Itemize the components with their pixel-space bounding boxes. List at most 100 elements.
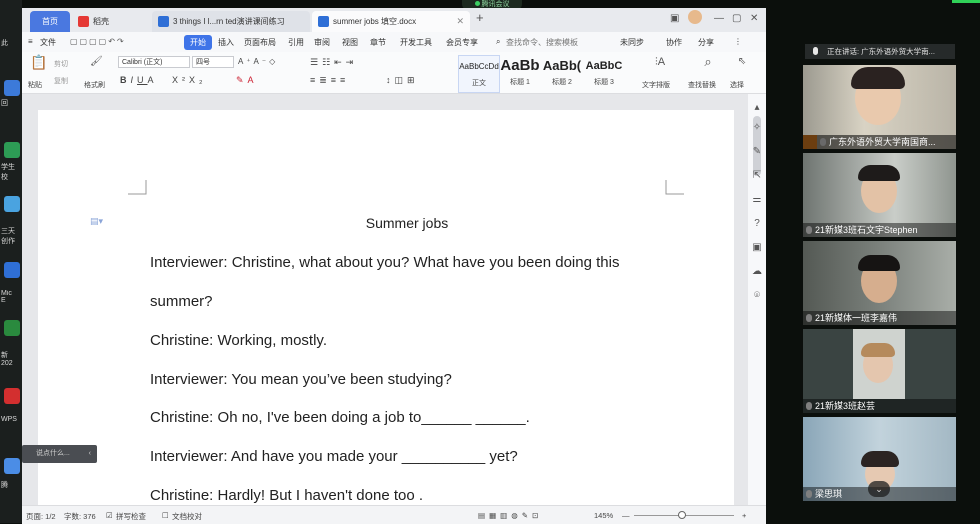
tab-home[interactable]: 首页 bbox=[30, 11, 70, 32]
cut-button[interactable]: 剪切 bbox=[54, 59, 68, 69]
quick-access-icons[interactable]: ▢▢▢▢↶↷ bbox=[70, 37, 126, 46]
format-painter-icon[interactable]: 🖌 bbox=[90, 56, 103, 68]
chat-input-popup[interactable]: 说点什么... ‹ bbox=[22, 445, 97, 463]
tencent-app-icon[interactable] bbox=[4, 458, 20, 474]
more-icon[interactable]: ⋮ bbox=[734, 37, 742, 46]
participant-hair bbox=[858, 165, 900, 181]
menu-developer[interactable]: 开发工具 bbox=[400, 37, 432, 48]
desktop-label: 此 bbox=[1, 40, 8, 47]
menu-file[interactable]: 文件 bbox=[40, 37, 56, 48]
menu-page-layout[interactable]: 页面布局 bbox=[244, 37, 276, 48]
excel-icon[interactable] bbox=[4, 320, 20, 336]
paste-button[interactable]: 粘贴 bbox=[28, 80, 42, 90]
tab-ted-doc[interactable]: 3 things I l...rn ted演讲课间练习 bbox=[152, 11, 310, 32]
video-tile-participant-3[interactable]: 21新媒体一班李嘉伟 bbox=[803, 241, 956, 325]
style-heading-2[interactable]: AaBb( 标题 2 bbox=[542, 55, 582, 91]
cloud-icon[interactable]: ☁ bbox=[751, 266, 763, 278]
chevron-down-icon[interactable]: ⌄ bbox=[868, 481, 890, 497]
menu-member[interactable]: 会员专享 bbox=[446, 37, 478, 48]
highlight-color-icons[interactable]: ✎A bbox=[236, 75, 258, 86]
document-area[interactable]: ▤▾ Summer jobs Interviewer: Christine, w… bbox=[22, 94, 748, 505]
font-name-select[interactable]: Calibri (正文) bbox=[118, 56, 190, 68]
menu-references[interactable]: 引用 bbox=[288, 37, 304, 48]
align-icons[interactable]: ≡≣≡≡ bbox=[310, 75, 349, 86]
word-count[interactable]: 字数: 376 bbox=[64, 511, 96, 522]
pointer-icon[interactable]: ⇱ bbox=[751, 170, 763, 182]
chevron-left-icon[interactable]: ‹ bbox=[89, 445, 91, 463]
video-tile-participant-2[interactable]: 21新媒3班石文宇Stephen bbox=[803, 153, 956, 237]
command-search-input[interactable]: 查找命令、搜索模板 bbox=[506, 37, 578, 48]
doc-line: summer? bbox=[150, 293, 213, 310]
wps-icon[interactable] bbox=[4, 388, 20, 404]
participant-name: 21新媒3班赵芸 bbox=[803, 399, 956, 413]
document-page[interactable]: ▤▾ Summer jobs Interviewer: Christine, w… bbox=[38, 110, 734, 505]
video-tile-participant-1[interactable]: 广东外语外贸大学南国商... bbox=[803, 65, 956, 149]
folder-icon[interactable] bbox=[4, 196, 20, 212]
doc-line: Christine: Oh no, I've been doing a job … bbox=[150, 409, 530, 426]
text-layout-icon[interactable]: ⫶A bbox=[654, 56, 666, 68]
find-icon[interactable]: ⌕ bbox=[702, 55, 714, 68]
collaborate-button[interactable]: 协作 bbox=[666, 37, 682, 48]
desktop-label: Mic E bbox=[1, 290, 12, 304]
unsynced-button[interactable]: 未同步 bbox=[620, 37, 644, 48]
multi-window-icon[interactable]: ▣ bbox=[670, 13, 679, 24]
style-heading-1[interactable]: AaBb 标题 1 bbox=[500, 55, 540, 91]
select-cursor-icon[interactable]: ⇖ bbox=[736, 56, 748, 68]
video-tile-participant-4[interactable]: 21新媒3班赵芸 bbox=[803, 329, 956, 413]
new-tab-button[interactable]: + bbox=[476, 10, 484, 25]
tab-summer-jobs[interactable]: summer jobs 填空.docx ✕ bbox=[312, 11, 470, 32]
select-button[interactable]: 选择 bbox=[730, 80, 744, 90]
pen-icon[interactable]: ✎ bbox=[751, 146, 763, 158]
zoom-in-icon[interactable]: + bbox=[742, 511, 746, 520]
desktop-label: 新 202 bbox=[1, 352, 13, 367]
help-icon[interactable]: ? bbox=[751, 218, 763, 230]
menu-review[interactable]: 审阅 bbox=[314, 37, 330, 48]
scroll-up-icon[interactable]: ▴ bbox=[751, 102, 763, 114]
spacing-border-icons[interactable]: ↕◫⊞ bbox=[386, 75, 419, 86]
recycle-bin-icon[interactable] bbox=[4, 80, 20, 96]
close-window-icon[interactable]: ✕ bbox=[750, 13, 758, 24]
margin-corner-mark bbox=[128, 180, 147, 195]
mic-icon bbox=[813, 47, 818, 55]
user-avatar[interactable] bbox=[688, 10, 702, 24]
edge-browser-icon[interactable] bbox=[4, 262, 20, 278]
image-icon[interactable]: ▣ bbox=[751, 242, 763, 254]
share-button[interactable]: 分享 bbox=[698, 37, 714, 48]
tab-docer[interactable]: 稻壳 bbox=[72, 11, 152, 32]
menu-view[interactable]: 视图 bbox=[342, 37, 358, 48]
copy-button[interactable]: 复制 bbox=[54, 76, 68, 86]
doc-check-icon: ☐ bbox=[162, 511, 169, 520]
magic-wand-icon[interactable]: ✧ bbox=[751, 122, 763, 134]
font-size-select[interactable]: 四号 bbox=[192, 56, 234, 68]
student-app-icon[interactable] bbox=[4, 142, 20, 158]
maximize-icon[interactable]: ▢ bbox=[732, 13, 741, 24]
style-normal[interactable]: AaBbCcDd 正文 bbox=[458, 55, 500, 93]
zoom-out-icon[interactable]: — bbox=[622, 511, 630, 520]
docer-icon bbox=[78, 16, 89, 27]
style-heading-3[interactable]: AaBbC 标题 3 bbox=[584, 55, 624, 91]
hamburger-icon[interactable]: ≡ bbox=[28, 37, 33, 46]
spell-check-button[interactable]: 拼写检查 bbox=[116, 511, 146, 522]
menu-section[interactable]: 章节 bbox=[370, 37, 386, 48]
script-icons[interactable]: X²X₂ bbox=[172, 75, 207, 85]
menu-bar: ≡ 文件 ▢▢▢▢↶↷ 开始 插入 页面布局 引用 审阅 视图 章节 开发工具 … bbox=[22, 32, 766, 52]
minimize-icon[interactable]: — bbox=[714, 13, 724, 24]
text-layout-button[interactable]: 文字排版 bbox=[642, 80, 670, 90]
zoom-slider-thumb[interactable] bbox=[678, 511, 686, 519]
spell-check-icon: ☑ bbox=[106, 511, 113, 520]
format-painter-button[interactable]: 格式刷 bbox=[84, 80, 105, 90]
close-tab-icon[interactable]: ✕ bbox=[456, 16, 464, 27]
font-grow-shrink-icons[interactable]: A⁺A⁻◇ bbox=[238, 57, 278, 66]
paste-icon[interactable]: 📋 bbox=[30, 55, 47, 69]
doc-check-button[interactable]: 文档校对 bbox=[172, 511, 202, 522]
menu-insert[interactable]: 插入 bbox=[218, 37, 234, 48]
menu-home[interactable]: 开始 bbox=[184, 35, 212, 50]
zoom-level[interactable]: 145% bbox=[594, 511, 613, 520]
font-style-icons[interactable]: BIUA bbox=[120, 75, 158, 85]
find-replace-button[interactable]: 查找替换 bbox=[688, 80, 716, 90]
view-mode-icons[interactable]: ▤▦▥◍✎⊡ bbox=[478, 511, 542, 520]
list-icons[interactable]: ☰☷⇤⇥ bbox=[310, 57, 357, 68]
location-icon[interactable]: ⌾ bbox=[751, 290, 763, 302]
page-count[interactable]: 页面: 1/2 bbox=[26, 511, 56, 522]
sliders-icon[interactable]: ⚌ bbox=[751, 194, 763, 206]
